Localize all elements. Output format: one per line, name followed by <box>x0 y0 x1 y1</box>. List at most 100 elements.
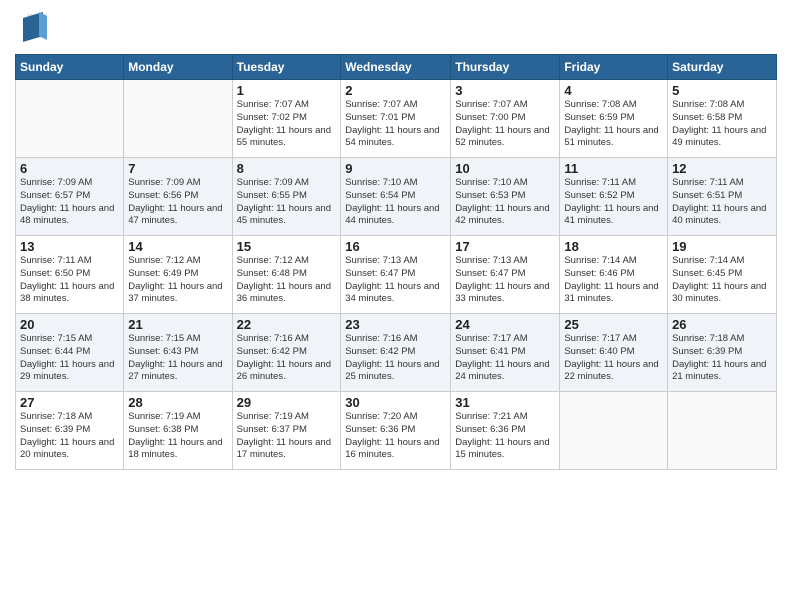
weekday-header-friday: Friday <box>560 55 668 80</box>
calendar-cell: 19Sunrise: 7:14 AMSunset: 6:45 PMDayligh… <box>668 236 777 314</box>
calendar-cell: 13Sunrise: 7:11 AMSunset: 6:50 PMDayligh… <box>16 236 124 314</box>
day-info: Sunrise: 7:07 AMSunset: 7:02 PMDaylight:… <box>237 99 337 150</box>
calendar-cell: 9Sunrise: 7:10 AMSunset: 6:54 PMDaylight… <box>341 158 451 236</box>
calendar-cell: 21Sunrise: 7:15 AMSunset: 6:43 PMDayligh… <box>124 314 232 392</box>
calendar-header: SundayMondayTuesdayWednesdayThursdayFrid… <box>16 55 777 80</box>
calendar-cell: 27Sunrise: 7:18 AMSunset: 6:39 PMDayligh… <box>16 392 124 470</box>
weekday-header-monday: Monday <box>124 55 232 80</box>
day-number: 17 <box>455 239 555 254</box>
calendar-cell: 16Sunrise: 7:13 AMSunset: 6:47 PMDayligh… <box>341 236 451 314</box>
day-number: 1 <box>237 83 337 98</box>
day-number: 11 <box>564 161 663 176</box>
calendar-cell: 11Sunrise: 7:11 AMSunset: 6:52 PMDayligh… <box>560 158 668 236</box>
page-container: SundayMondayTuesdayWednesdayThursdayFrid… <box>0 0 792 612</box>
day-number: 6 <box>20 161 119 176</box>
day-number: 9 <box>345 161 446 176</box>
day-info: Sunrise: 7:09 AMSunset: 6:56 PMDaylight:… <box>128 177 227 228</box>
day-info: Sunrise: 7:20 AMSunset: 6:36 PMDaylight:… <box>345 411 446 462</box>
day-info: Sunrise: 7:12 AMSunset: 6:49 PMDaylight:… <box>128 255 227 306</box>
calendar-cell: 30Sunrise: 7:20 AMSunset: 6:36 PMDayligh… <box>341 392 451 470</box>
calendar-week-row: 27Sunrise: 7:18 AMSunset: 6:39 PMDayligh… <box>16 392 777 470</box>
day-info: Sunrise: 7:17 AMSunset: 6:41 PMDaylight:… <box>455 333 555 384</box>
day-number: 5 <box>672 83 772 98</box>
day-number: 3 <box>455 83 555 98</box>
day-number: 25 <box>564 317 663 332</box>
calendar-cell: 3Sunrise: 7:07 AMSunset: 7:00 PMDaylight… <box>451 80 560 158</box>
calendar-cell <box>124 80 232 158</box>
day-info: Sunrise: 7:11 AMSunset: 6:52 PMDaylight:… <box>564 177 663 228</box>
calendar-week-row: 20Sunrise: 7:15 AMSunset: 6:44 PMDayligh… <box>16 314 777 392</box>
calendar-table: SundayMondayTuesdayWednesdayThursdayFrid… <box>15 54 777 470</box>
calendar-cell: 22Sunrise: 7:16 AMSunset: 6:42 PMDayligh… <box>232 314 341 392</box>
day-info: Sunrise: 7:15 AMSunset: 6:44 PMDaylight:… <box>20 333 119 384</box>
weekday-header-sunday: Sunday <box>16 55 124 80</box>
calendar-cell: 25Sunrise: 7:17 AMSunset: 6:40 PMDayligh… <box>560 314 668 392</box>
calendar-cell: 8Sunrise: 7:09 AMSunset: 6:55 PMDaylight… <box>232 158 341 236</box>
calendar-cell: 14Sunrise: 7:12 AMSunset: 6:49 PMDayligh… <box>124 236 232 314</box>
logo-text <box>15 10 51 46</box>
day-number: 10 <box>455 161 555 176</box>
day-info: Sunrise: 7:18 AMSunset: 6:39 PMDaylight:… <box>20 411 119 462</box>
logo-icon <box>19 10 51 46</box>
calendar-cell: 31Sunrise: 7:21 AMSunset: 6:36 PMDayligh… <box>451 392 560 470</box>
calendar-week-row: 6Sunrise: 7:09 AMSunset: 6:57 PMDaylight… <box>16 158 777 236</box>
day-number: 27 <box>20 395 119 410</box>
day-number: 30 <box>345 395 446 410</box>
calendar-cell: 20Sunrise: 7:15 AMSunset: 6:44 PMDayligh… <box>16 314 124 392</box>
day-info: Sunrise: 7:08 AMSunset: 6:58 PMDaylight:… <box>672 99 772 150</box>
calendar-cell: 29Sunrise: 7:19 AMSunset: 6:37 PMDayligh… <box>232 392 341 470</box>
day-number: 4 <box>564 83 663 98</box>
day-info: Sunrise: 7:15 AMSunset: 6:43 PMDaylight:… <box>128 333 227 384</box>
calendar-cell: 4Sunrise: 7:08 AMSunset: 6:59 PMDaylight… <box>560 80 668 158</box>
day-info: Sunrise: 7:17 AMSunset: 6:40 PMDaylight:… <box>564 333 663 384</box>
weekday-header-thursday: Thursday <box>451 55 560 80</box>
day-info: Sunrise: 7:08 AMSunset: 6:59 PMDaylight:… <box>564 99 663 150</box>
day-number: 13 <box>20 239 119 254</box>
calendar-cell: 26Sunrise: 7:18 AMSunset: 6:39 PMDayligh… <box>668 314 777 392</box>
calendar-cell <box>668 392 777 470</box>
day-info: Sunrise: 7:09 AMSunset: 6:57 PMDaylight:… <box>20 177 119 228</box>
day-number: 28 <box>128 395 227 410</box>
calendar-cell: 18Sunrise: 7:14 AMSunset: 6:46 PMDayligh… <box>560 236 668 314</box>
day-info: Sunrise: 7:10 AMSunset: 6:53 PMDaylight:… <box>455 177 555 228</box>
day-info: Sunrise: 7:14 AMSunset: 6:45 PMDaylight:… <box>672 255 772 306</box>
day-info: Sunrise: 7:07 AMSunset: 7:00 PMDaylight:… <box>455 99 555 150</box>
calendar-cell: 2Sunrise: 7:07 AMSunset: 7:01 PMDaylight… <box>341 80 451 158</box>
day-number: 19 <box>672 239 772 254</box>
calendar-cell: 28Sunrise: 7:19 AMSunset: 6:38 PMDayligh… <box>124 392 232 470</box>
calendar-cell: 12Sunrise: 7:11 AMSunset: 6:51 PMDayligh… <box>668 158 777 236</box>
day-info: Sunrise: 7:11 AMSunset: 6:51 PMDaylight:… <box>672 177 772 228</box>
day-number: 14 <box>128 239 227 254</box>
day-number: 2 <box>345 83 446 98</box>
calendar-cell: 24Sunrise: 7:17 AMSunset: 6:41 PMDayligh… <box>451 314 560 392</box>
day-number: 12 <box>672 161 772 176</box>
weekday-header-row: SundayMondayTuesdayWednesdayThursdayFrid… <box>16 55 777 80</box>
day-number: 22 <box>237 317 337 332</box>
weekday-header-wednesday: Wednesday <box>341 55 451 80</box>
day-info: Sunrise: 7:19 AMSunset: 6:38 PMDaylight:… <box>128 411 227 462</box>
day-info: Sunrise: 7:07 AMSunset: 7:01 PMDaylight:… <box>345 99 446 150</box>
day-number: 31 <box>455 395 555 410</box>
calendar-cell: 15Sunrise: 7:12 AMSunset: 6:48 PMDayligh… <box>232 236 341 314</box>
calendar-cell: 1Sunrise: 7:07 AMSunset: 7:02 PMDaylight… <box>232 80 341 158</box>
day-number: 7 <box>128 161 227 176</box>
day-number: 21 <box>128 317 227 332</box>
day-number: 15 <box>237 239 337 254</box>
day-info: Sunrise: 7:19 AMSunset: 6:37 PMDaylight:… <box>237 411 337 462</box>
day-info: Sunrise: 7:10 AMSunset: 6:54 PMDaylight:… <box>345 177 446 228</box>
calendar-cell: 7Sunrise: 7:09 AMSunset: 6:56 PMDaylight… <box>124 158 232 236</box>
weekday-header-saturday: Saturday <box>668 55 777 80</box>
day-info: Sunrise: 7:18 AMSunset: 6:39 PMDaylight:… <box>672 333 772 384</box>
calendar-cell: 17Sunrise: 7:13 AMSunset: 6:47 PMDayligh… <box>451 236 560 314</box>
calendar-cell <box>560 392 668 470</box>
calendar-week-row: 13Sunrise: 7:11 AMSunset: 6:50 PMDayligh… <box>16 236 777 314</box>
day-info: Sunrise: 7:12 AMSunset: 6:48 PMDaylight:… <box>237 255 337 306</box>
weekday-header-tuesday: Tuesday <box>232 55 341 80</box>
day-number: 24 <box>455 317 555 332</box>
calendar-week-row: 1Sunrise: 7:07 AMSunset: 7:02 PMDaylight… <box>16 80 777 158</box>
calendar-cell: 6Sunrise: 7:09 AMSunset: 6:57 PMDaylight… <box>16 158 124 236</box>
day-info: Sunrise: 7:09 AMSunset: 6:55 PMDaylight:… <box>237 177 337 228</box>
calendar-cell: 10Sunrise: 7:10 AMSunset: 6:53 PMDayligh… <box>451 158 560 236</box>
logo <box>15 10 51 46</box>
day-info: Sunrise: 7:21 AMSunset: 6:36 PMDaylight:… <box>455 411 555 462</box>
